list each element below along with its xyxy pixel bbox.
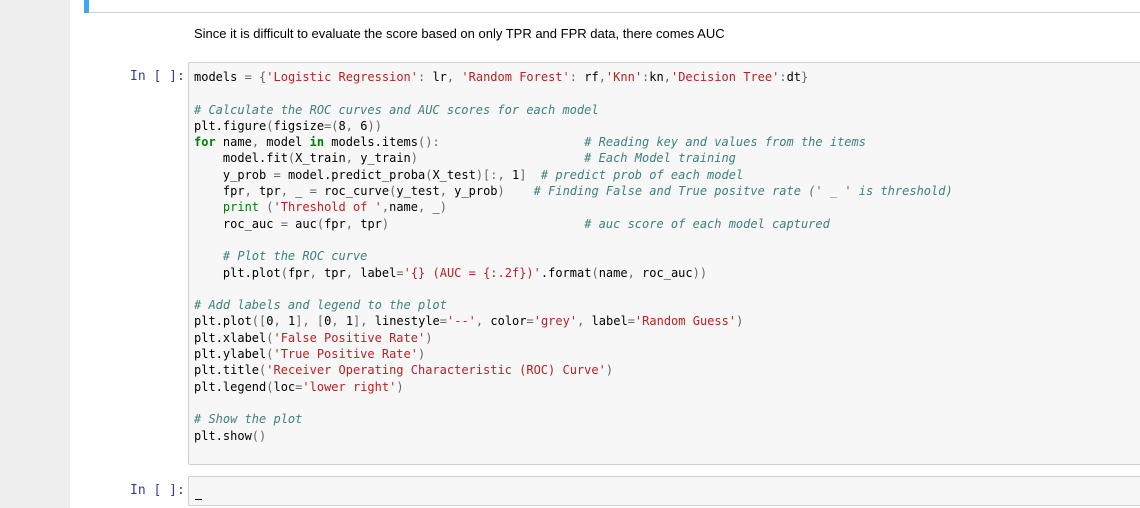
previous-cell[interactable] [84, 0, 1140, 13]
code-line: models = {'Logistic Regression': lr, 'Ra… [194, 70, 809, 84]
code-line: plt.title('Receiver Operating Characteri… [194, 363, 614, 378]
empty-code-cell[interactable] [188, 476, 1140, 506]
code-line: plt.ylabel('True Positive Rate') [194, 347, 426, 362]
selected-cell-indicator [84, 0, 89, 13]
code-line: model.fit(X_train, y_train) # Each Model… [194, 151, 736, 166]
code-line: print ('Threshold of ',name, _) [222, 200, 447, 215]
code-line: plt.plot(fpr, tpr, label='{} (AUC = {:.2… [194, 265, 708, 280]
code-line: # Add labels and legend to the plot [194, 298, 447, 313]
code-line: # Plot the ROC curve [222, 249, 368, 264]
notebook-container: Since it is difficult to evaluate the sc… [70, 0, 1140, 508]
code-line: plt.show() [194, 428, 267, 443]
code-line: y_prob = model.predict_proba(X_test)[:, … [194, 167, 744, 182]
text-cursor [195, 485, 202, 500]
markdown-cell-text: Since it is difficult to evaluate the sc… [194, 26, 725, 41]
empty-cell-prompt: In [ ]: [130, 483, 185, 498]
code-line: for name, model in models.items(): # Rea… [194, 135, 866, 150]
code-line: plt.legend(loc='lower right') [194, 379, 404, 394]
code-line: roc_auc = auc(fpr, tpr) # auc score of e… [194, 216, 830, 231]
code-line: # Show the plot [194, 412, 303, 427]
code-line: # Calculate the ROC curves and AUC score… [194, 102, 599, 117]
code-text[interactable]: models = {'Logistic Regression': lr, 'Ra… [194, 69, 953, 444]
code-line: plt.plot([0, 1], [0, 1], linestyle='--',… [194, 314, 744, 329]
code-line: plt.figure(figsize=(8, 6)) [194, 118, 382, 133]
code-cell-prompt: In [ ]: [130, 69, 185, 84]
code-line: plt.xlabel('False Positive Rate') [194, 330, 433, 345]
code-line: fpr, tpr, _ = roc_curve(y_test, y_prob) … [194, 184, 953, 199]
code-cell-editor[interactable]: models = {'Logistic Regression': lr, 'Ra… [188, 62, 1140, 465]
